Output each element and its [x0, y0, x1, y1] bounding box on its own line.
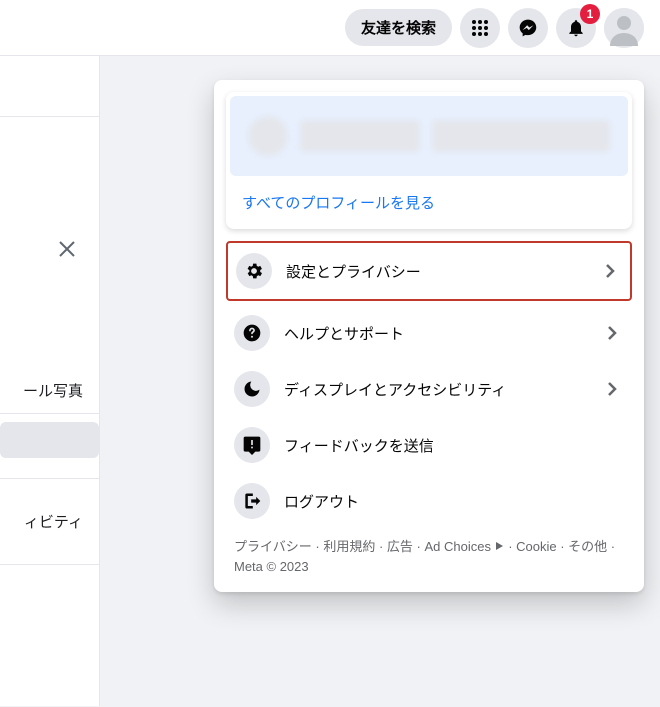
account-dropdown: すべてのプロフィールを見る 設定とプライバシー ヘルプとサポート	[214, 80, 644, 592]
feedback-icon	[234, 427, 270, 463]
view-all-profiles-link[interactable]: すべてのプロフィールを見る	[230, 180, 628, 225]
avatar-icon	[604, 8, 644, 48]
help-icon	[234, 315, 270, 351]
notifications-button[interactable]: 1	[556, 8, 596, 48]
chevron-right-icon	[600, 377, 624, 401]
left-gray-bar	[0, 422, 99, 458]
footer-more[interactable]: その他	[568, 539, 607, 554]
footer-cookie[interactable]: Cookie	[516, 539, 556, 554]
find-friends-button[interactable]: 友達を検索	[345, 9, 452, 46]
left-item-activity[interactable]: ィビティ	[0, 499, 99, 544]
menu-label: ログアウト	[284, 491, 624, 512]
menu-send-feedback[interactable]: フィードバックを送信	[226, 417, 632, 473]
grid-icon	[470, 18, 490, 38]
moon-icon	[234, 371, 270, 407]
top-bar: 友達を検索 1	[0, 0, 660, 56]
menu-logout[interactable]: ログアウト	[226, 473, 632, 529]
messenger-icon	[518, 18, 538, 38]
menu-label: ディスプレイとアクセシビリティ	[284, 379, 586, 400]
footer-ads[interactable]: 広告	[387, 539, 413, 554]
messenger-button[interactable]	[508, 8, 548, 48]
profile-rest-blurred	[432, 120, 610, 152]
dropdown-footer: プライバシー · 利用規約 · 広告 · Ad Choices · Cookie…	[226, 529, 632, 580]
menu-display-accessibility[interactable]: ディスプレイとアクセシビリティ	[226, 361, 632, 417]
menu-label: ヘルプとサポート	[284, 323, 586, 344]
chevron-right-icon	[598, 259, 622, 283]
menu-help-support[interactable]: ヘルプとサポート	[226, 305, 632, 361]
left-item-photo[interactable]: ール写真	[0, 368, 99, 414]
menu-label: 設定とプライバシー	[286, 261, 584, 282]
notification-badge: 1	[580, 4, 600, 24]
menu-settings-privacy[interactable]: 設定とプライバシー	[226, 241, 632, 301]
footer-privacy[interactable]: プライバシー	[234, 539, 312, 554]
profile-card: すべてのプロフィールを見る	[226, 92, 632, 229]
chevron-right-icon	[600, 321, 624, 345]
menu-grid-button[interactable]	[460, 8, 500, 48]
profile-name-blurred	[300, 120, 420, 152]
footer-terms[interactable]: 利用規約	[323, 539, 375, 554]
profile-row[interactable]	[230, 96, 628, 176]
footer-ad-choices[interactable]: Ad Choices	[424, 539, 490, 554]
account-button[interactable]	[604, 8, 644, 48]
logout-icon	[234, 483, 270, 519]
gear-icon	[236, 253, 272, 289]
close-button[interactable]	[0, 137, 99, 368]
menu-label: フィードバックを送信	[284, 435, 624, 456]
footer-copyright: Meta © 2023	[234, 559, 309, 574]
left-panel-partial: ール写真 ィビティ	[0, 56, 100, 706]
profile-avatar-blurred	[248, 116, 288, 156]
